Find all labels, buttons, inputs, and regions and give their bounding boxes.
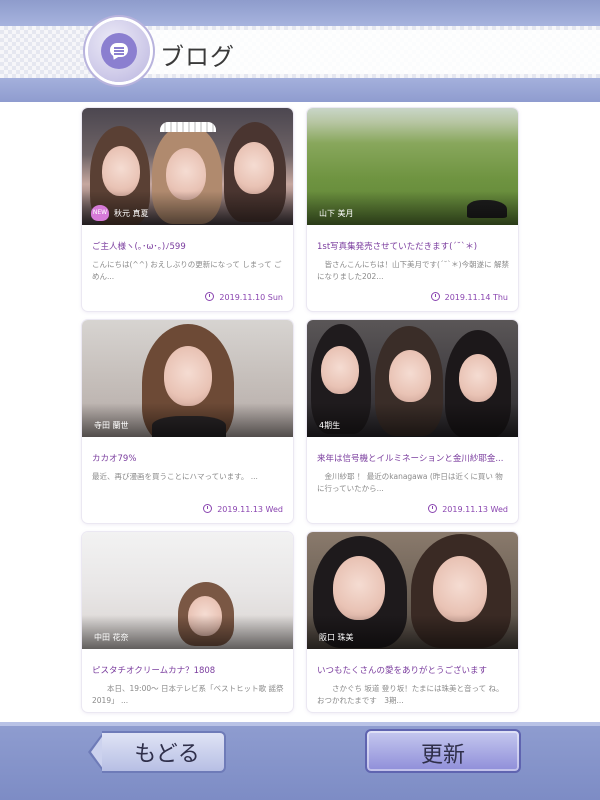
blog-card-author: 寺田 蘭世 [94,421,129,430]
blog-card-date: 2019.11.13 Wed [203,504,283,514]
blog-card[interactable]: 山下 美月 1st写真集発売させていただきます(´˘`＊) 皆さんこんにちは！山… [307,108,518,311]
blog-card[interactable]: 中田 花奈 ピスタチオクリームカナ？1808 本日、19:00〜 日本テレビ系「… [82,532,293,712]
blog-card[interactable]: 4期生 来年は信号機とイルミネーションと金川紗耶金... 金川紗耶 ！ 最近のk… [307,320,518,523]
page-title: ブログ [160,43,235,71]
header-bar: ブログ [0,0,600,102]
blog-card-date: 2019.11.13 Wed [428,504,508,514]
clock-icon [205,292,215,301]
blog-card-excerpt: 金川紗耶 ！ 最近のkanagawa (昨日は近くに買い 物に行っていたから..… [317,472,503,493]
refresh-button-label: 更新 [420,743,465,768]
blog-card[interactable]: NEW 秋元 真夏 ご主人様ヽ(｡･ω･｡)ﾉ599 こんにちは(^^) おえし… [82,108,293,311]
blog-card-title: いつもたくさんの愛をありがとうございます [317,666,488,676]
blog-card-title: 1st写真集発売させていただきます(´˘`＊) [317,242,478,252]
blog-card[interactable]: 寺田 蘭世 カカオ79% 最近、再び漫画を買うことにハマっています。 ... 2… [82,320,293,523]
blog-card-author: 秋元 真夏 [114,209,149,218]
blog-card-excerpt: 最近、再び漫画を買うことにハマっています。 ... [92,472,258,481]
blog-card-author: 中田 花奈 [94,633,129,642]
blog-card-excerpt: 皆さんこんにちは！山下美月です(´˘`＊)今朝遂に 解禁になりました202... [317,260,509,281]
blog-chat-icon [88,20,150,82]
blog-card-author: 4期生 [319,421,341,430]
clock-icon [203,504,213,513]
blog-card-photo: 阪口 珠美 [307,532,518,649]
back-button-label: もどる [134,742,200,767]
blog-card-photo: 山下 美月 [307,108,518,225]
new-badge: NEW [91,205,109,221]
refresh-button[interactable]: 更新 [365,729,521,773]
blog-card-title: 来年は信号機とイルミネーションと金川紗耶金... [317,454,504,464]
blog-card-date: 2019.11.10 Sun [205,292,283,302]
blog-card[interactable]: 阪口 珠美 いつもたくさんの愛をありがとうございます さかぐち 坂道 登り坂！た… [307,532,518,712]
header-top-strip [0,0,600,26]
blog-card-photo: 寺田 蘭世 [82,320,293,437]
back-button[interactable]: もどる [88,731,226,773]
blog-card-photo: 中田 花奈 [82,532,293,649]
chat-bubble-icon [101,33,137,69]
blog-card-photo: 4期生 [307,320,518,437]
blog-card-date: 2019.11.14 Thu [430,292,508,302]
blog-card-author: 阪口 珠美 [319,633,354,642]
blog-card-photo: NEW 秋元 真夏 [82,108,293,225]
blog-card-title: ピスタチオクリームカナ？1808 [92,666,216,676]
blog-card-author: 山下 美月 [319,209,354,218]
blog-card-title: ご主人様ヽ(｡･ω･｡)ﾉ599 [92,242,186,252]
blog-card-title: カカオ79% [92,454,137,464]
footer-bar: もどる 更新 [0,722,600,800]
clock-icon [430,292,440,301]
clock-icon [428,504,438,513]
blog-card-excerpt: さかぐち 坂道 登り坂！たまには珠美と音って ね。 おつかれたまです 3期... [317,684,508,705]
header-bottom-strip [0,78,600,102]
blog-card-excerpt: 本日、19:00〜 日本テレビ系「ベストヒット歌 謡祭2019」 ... [92,684,284,705]
blog-card-excerpt: こんにちは(^^) おえしぶりの更新になって しまって ごめん... [92,260,282,281]
blog-screen: ブログ NEW 秋元 真夏 ご主人様ヽ(｡･ω･｡)ﾉ599 こんにちは(^^)… [0,0,600,800]
